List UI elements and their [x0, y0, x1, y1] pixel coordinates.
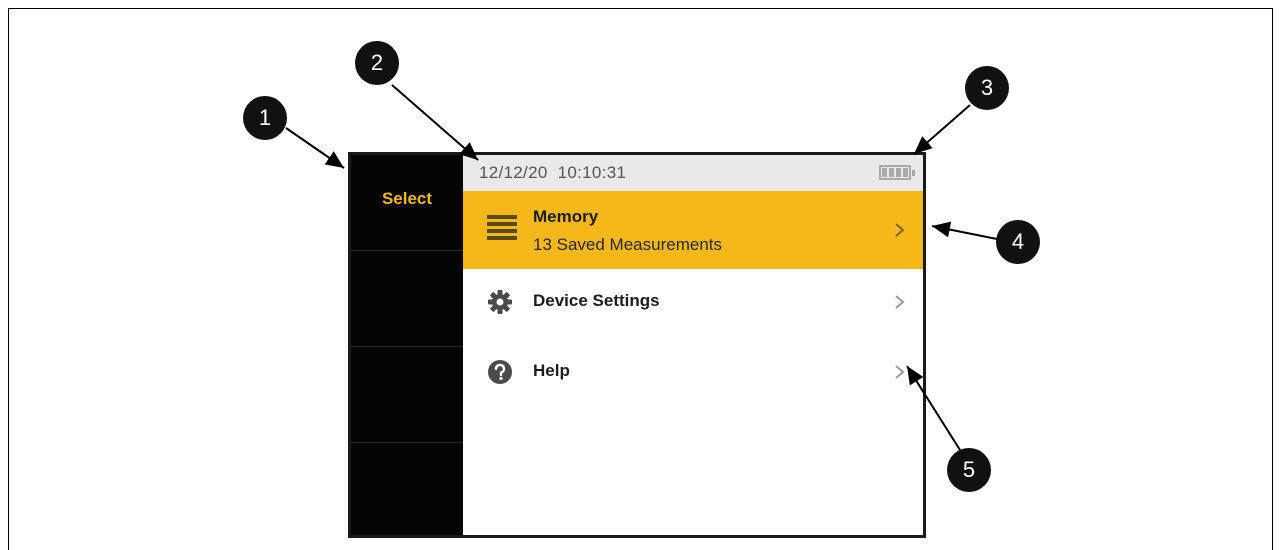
- callout-4-arrow: [931, 221, 998, 240]
- callout-3-arrow: [913, 104, 971, 155]
- callout-5-arrow: [906, 365, 961, 451]
- callout-arrows: [285, 84, 998, 451]
- callout-1: 1: [243, 96, 287, 140]
- callout-1-arrow: [285, 127, 345, 169]
- callout-2: 2: [355, 41, 399, 85]
- callout-2-arrow: [391, 84, 479, 161]
- callout-3: 3: [965, 66, 1009, 110]
- callout-4: 4: [996, 220, 1040, 264]
- callout-5: 5: [947, 448, 991, 492]
